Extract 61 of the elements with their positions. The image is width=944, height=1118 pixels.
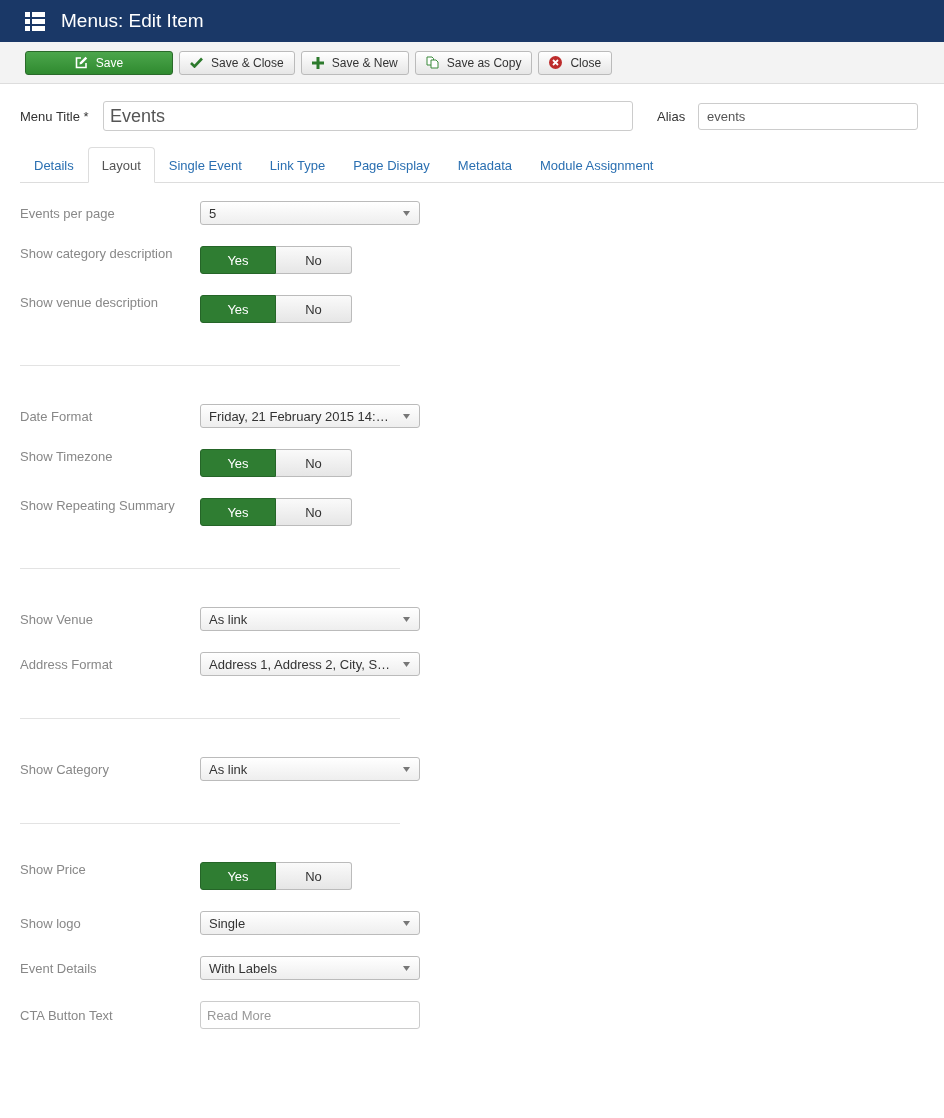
- dropdown[interactable]: With Labels: [200, 956, 420, 980]
- field-label: Events per page: [20, 205, 116, 221]
- toggle-option[interactable]: No: [276, 295, 352, 323]
- toggle-option[interactable]: No: [276, 498, 352, 526]
- field-label: Event Details: [20, 960, 98, 976]
- tab[interactable]: Module Assignment: [526, 147, 668, 183]
- dropdown[interactable]: As link: [200, 607, 420, 631]
- caret-icon: [403, 210, 410, 216]
- field-label: Show logo: [20, 915, 82, 931]
- toggle-option[interactable]: Yes: [200, 449, 276, 477]
- dropdown[interactable]: 5: [200, 201, 420, 225]
- dropdown[interactable]: Friday, 21 February 2015 14:…: [200, 404, 420, 428]
- toggle-option[interactable]: Yes: [200, 295, 276, 323]
- caret-icon: [403, 661, 410, 667]
- caret-icon: [403, 965, 410, 971]
- alias-field[interactable]: events: [698, 102, 918, 130]
- menu-title-field[interactable]: Events: [103, 101, 633, 131]
- dropdown[interactable]: Address 1, Address 2, City, S…: [200, 652, 420, 676]
- dropdown[interactable]: As link: [200, 757, 420, 781]
- dropdown[interactable]: Single: [200, 911, 420, 935]
- field-label: Date Format: [20, 408, 94, 424]
- toggle-option[interactable]: No: [276, 862, 352, 890]
- field-label: Show Timezone: [20, 449, 114, 464]
- field-label: Show Venue: [20, 611, 94, 627]
- field-label: CTA Button Text: [20, 1007, 114, 1023]
- toggle-option[interactable]: Yes: [200, 862, 276, 890]
- text-field[interactable]: Read More: [200, 1001, 420, 1029]
- caret-icon: [403, 616, 410, 622]
- field-label: Menu Title *: [20, 108, 90, 124]
- field-label: Alias: [657, 108, 687, 124]
- caret-icon: [403, 413, 410, 419]
- toggle-option[interactable]: Yes: [200, 498, 276, 526]
- toggle-option[interactable]: No: [276, 246, 352, 274]
- toolbar-button[interactable]: Save as Copy: [414, 50, 533, 75]
- field-label: Show Category: [20, 761, 110, 777]
- tab[interactable]: Link Type: [255, 147, 340, 183]
- tab[interactable]: Metadata: [443, 147, 527, 183]
- toolbar-button[interactable]: Save & Close: [179, 50, 295, 75]
- check-icon: [190, 57, 203, 68]
- field-label: Address Format: [20, 656, 114, 672]
- tab[interactable]: Page Display: [339, 147, 444, 183]
- edit-icon: [74, 56, 88, 69]
- caret-icon: [403, 920, 410, 926]
- toolbar-button[interactable]: Close: [538, 50, 613, 75]
- tab[interactable]: Single Event: [154, 147, 256, 183]
- page-title: Menus: Edit Item: [61, 10, 204, 32]
- list-icon: [25, 11, 45, 31]
- toggle-option[interactable]: No: [276, 449, 352, 477]
- cancel-icon: [549, 56, 563, 69]
- field-label: Show Price: [20, 862, 87, 877]
- tab[interactable]: Details: [20, 147, 88, 183]
- caret-icon: [403, 766, 410, 772]
- tab[interactable]: Layout: [87, 147, 155, 183]
- plus-icon: [311, 56, 324, 69]
- toggle-option[interactable]: Yes: [200, 246, 276, 274]
- field-label: Show venue description: [20, 295, 160, 310]
- copy-icon: [425, 56, 439, 69]
- field-label: Show category description: [20, 246, 174, 261]
- toolbar-button[interactable]: Save & New: [300, 50, 409, 75]
- field-label: Show Repeating Summary: [20, 498, 176, 513]
- toolbar-button[interactable]: Save: [25, 50, 173, 75]
